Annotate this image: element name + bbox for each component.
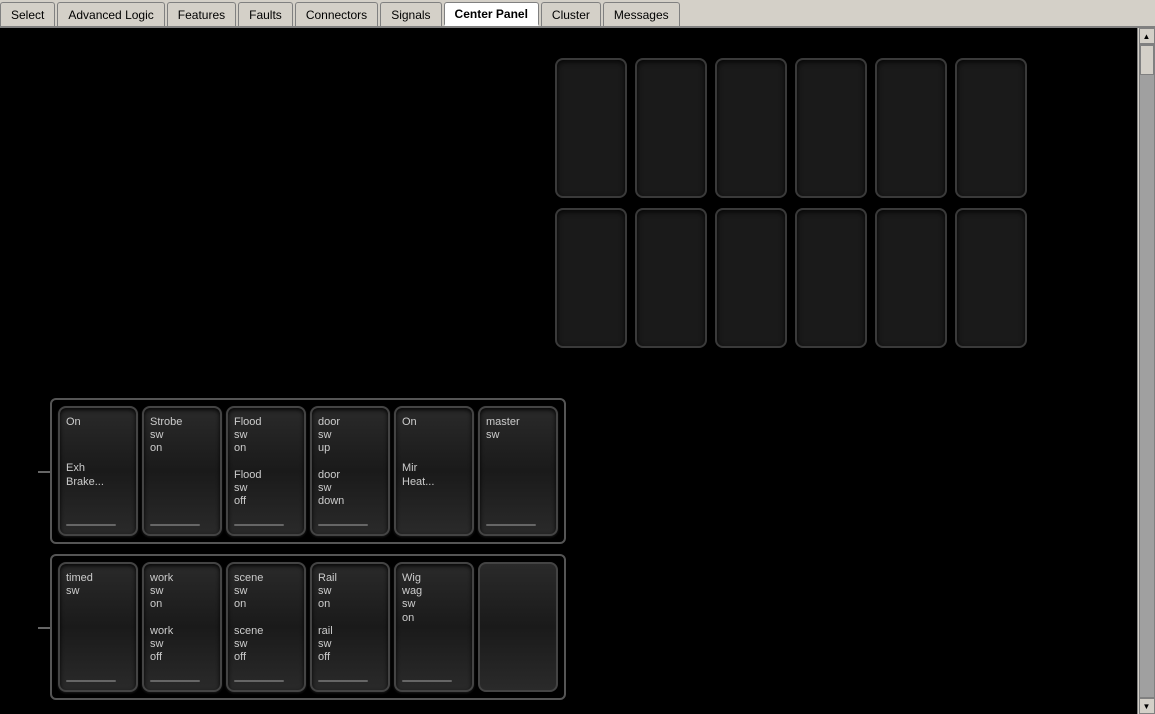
scrollbar: ▲ ▼ bbox=[1137, 28, 1155, 714]
scroll-up-arrow[interactable]: ▲ bbox=[1139, 28, 1155, 44]
empty-panel-r2c5 bbox=[875, 208, 947, 348]
tab-faults[interactable]: Faults bbox=[238, 2, 293, 26]
switch-flood-sw[interactable]: Floodswon Floodswoff bbox=[226, 406, 306, 536]
switch-work-sw[interactable]: workswon workswoff bbox=[142, 562, 222, 692]
tab-cluster[interactable]: Cluster bbox=[541, 2, 601, 26]
switch-door-sw[interactable]: doorswup doorswdown bbox=[310, 406, 390, 536]
switch-on-exh-top: On bbox=[66, 416, 81, 429]
tab-center-panel[interactable]: Center Panel bbox=[444, 2, 539, 26]
switch-work-top: workswon bbox=[150, 572, 173, 612]
switch-flood-bottom: Floodswoff bbox=[234, 469, 262, 509]
scroll-thumb[interactable] bbox=[1140, 45, 1154, 75]
switch-master-sw[interactable]: mastersw bbox=[478, 406, 558, 536]
grid-row-1 bbox=[555, 58, 1027, 198]
switch-timed-sw[interactable]: timedsw bbox=[58, 562, 138, 692]
grid-row-2 bbox=[555, 208, 1027, 348]
tab-signals[interactable]: Signals bbox=[380, 2, 441, 26]
switch-flood-line bbox=[234, 524, 284, 526]
switch-wigwag-sw[interactable]: Wigwagswon bbox=[394, 562, 474, 692]
switch-scene-line bbox=[234, 680, 284, 682]
tab-features[interactable]: Features bbox=[167, 2, 236, 26]
switch-on-exh[interactable]: On ExhBrake... bbox=[58, 406, 138, 536]
switch-timed-line bbox=[66, 680, 116, 682]
empty-panel-r2c1 bbox=[555, 208, 627, 348]
tab-select[interactable]: Select bbox=[0, 2, 55, 26]
tab-messages[interactable]: Messages bbox=[603, 2, 680, 26]
empty-panel-r2c4 bbox=[795, 208, 867, 348]
switch-on-exh-bottom: ExhBrake... bbox=[66, 462, 104, 488]
scroll-track[interactable] bbox=[1139, 44, 1155, 698]
scroll-down-arrow[interactable]: ▼ bbox=[1139, 698, 1155, 714]
switch-work-bottom: workswoff bbox=[150, 625, 173, 665]
top-grid bbox=[555, 58, 1027, 348]
empty-panel-r1c2 bbox=[635, 58, 707, 198]
switch-scene-bottom: sceneswoff bbox=[234, 625, 263, 665]
switch-rail-sw[interactable]: Railswon railswoff bbox=[310, 562, 390, 692]
empty-panel-r2c2 bbox=[635, 208, 707, 348]
switch-on-mir[interactable]: On MirHeat... bbox=[394, 406, 474, 536]
tab-bar: Select Advanced Logic Features Faults Co… bbox=[0, 0, 1155, 28]
switch-wigwag-line bbox=[402, 680, 452, 682]
empty-panel-r1c3 bbox=[715, 58, 787, 198]
switch-rail-top: Railswon bbox=[318, 572, 337, 612]
main-area: On ExhBrake... Strobeswon Floodswon Floo… bbox=[0, 28, 1155, 714]
empty-panel-r2c3 bbox=[715, 208, 787, 348]
switch-door-top: doorswup bbox=[318, 416, 340, 456]
switch-empty-r2c6 bbox=[478, 562, 558, 692]
switch-wigwag-top: Wigwagswon bbox=[402, 572, 422, 625]
tab-advanced-logic[interactable]: Advanced Logic bbox=[57, 2, 164, 26]
empty-panel-r1c4 bbox=[795, 58, 867, 198]
switch-timed-top: timedsw bbox=[66, 572, 93, 598]
switch-work-line bbox=[150, 680, 200, 682]
content-panel: On ExhBrake... Strobeswon Floodswon Floo… bbox=[0, 28, 1137, 714]
empty-panel-r1c6 bbox=[955, 58, 1027, 198]
switch-on-exh-line bbox=[66, 524, 116, 526]
switch-row-2-wrapper: timedsw workswon workswoff sceneswon sce… bbox=[50, 554, 566, 700]
switch-on-mir-bottom: MirHeat... bbox=[402, 462, 434, 488]
empty-panel-r2c6 bbox=[955, 208, 1027, 348]
switch-scene-top: sceneswon bbox=[234, 572, 263, 612]
switch-flood-top: Floodswon bbox=[234, 416, 262, 456]
empty-panel-r1c5 bbox=[875, 58, 947, 198]
tab-connectors[interactable]: Connectors bbox=[295, 2, 378, 26]
switch-on-mir-top: On bbox=[402, 416, 417, 429]
switch-rail-line bbox=[318, 680, 368, 682]
switch-door-line bbox=[318, 524, 368, 526]
switch-master-line bbox=[486, 524, 536, 526]
empty-panel-r1c1 bbox=[555, 58, 627, 198]
switches-area: On ExhBrake... Strobeswon Floodswon Floo… bbox=[50, 398, 566, 700]
switch-rail-bottom: railswoff bbox=[318, 625, 333, 665]
switch-strobe-top: Strobeswon bbox=[150, 416, 182, 456]
switch-strobe-sw[interactable]: Strobeswon bbox=[142, 406, 222, 536]
switch-door-bottom: doorswdown bbox=[318, 469, 344, 509]
switch-master-top: mastersw bbox=[486, 416, 520, 442]
switch-row-1-wrapper: On ExhBrake... Strobeswon Floodswon Floo… bbox=[50, 398, 566, 544]
switch-scene-sw[interactable]: sceneswon sceneswoff bbox=[226, 562, 306, 692]
switch-strobe-line bbox=[150, 524, 200, 526]
